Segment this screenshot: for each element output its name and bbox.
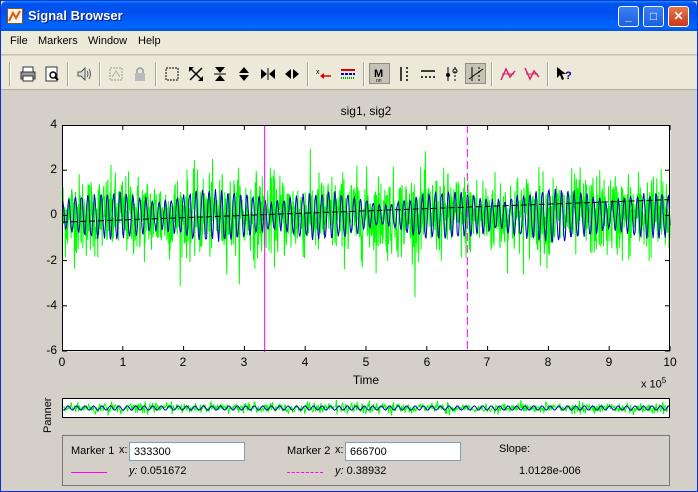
toolbar-separator [491, 62, 493, 86]
x-axis-label: Time [352, 373, 380, 387]
slope-label: Slope: [499, 443, 531, 455]
marker2-y-value: y: 0.38932 [335, 465, 386, 477]
panner-label: Panner [42, 397, 54, 433]
marker1-label: Marker 1 [71, 445, 115, 457]
zoom-out-full-icon[interactable] [185, 63, 206, 84]
toolbar-separator [67, 62, 69, 86]
menu-help[interactable]: Help [138, 35, 161, 47]
toolbar: x Mon ? [1, 56, 697, 90]
marker2-label: Marker 2 [287, 445, 331, 457]
zoom-out-vertical-icon[interactable] [209, 63, 230, 84]
marker1-line-sample [71, 472, 107, 473]
x-tick-label: 0 [58, 355, 66, 369]
toolbar-separator [363, 62, 365, 86]
close-button[interactable]: ✕ [668, 6, 689, 27]
svg-text:?: ? [565, 70, 572, 82]
track-markers-icon[interactable] [441, 63, 462, 84]
zoom-in-vertical-icon[interactable] [233, 63, 254, 84]
matlab-app-icon [7, 8, 23, 24]
toolbar-separator [9, 62, 11, 86]
chart-title: sig1, sig2 [340, 104, 392, 118]
select-all-icon[interactable] [105, 63, 126, 84]
marker-mode-icon[interactable]: Mon [369, 63, 390, 84]
marker2-x-label: x: [335, 444, 344, 456]
title-bar[interactable]: Signal Browser _ □ ✕ [1, 1, 697, 31]
panner-strip[interactable] [62, 398, 670, 418]
x-tick-label: 4 [301, 355, 309, 369]
x-exponent-power: 5 [661, 376, 667, 385]
lock-icon[interactable] [129, 63, 150, 84]
x-tick-label: 10 [663, 355, 677, 369]
svg-text:on: on [376, 78, 382, 83]
toolbar-separator [307, 62, 309, 86]
menu-bar: File Markers Window Help [1, 31, 697, 55]
peaks-icon[interactable] [497, 63, 518, 84]
zoom-out-horizontal-icon[interactable] [257, 63, 278, 84]
marker1-y-number: 0.051672 [140, 465, 187, 477]
zoom-box-icon[interactable] [161, 63, 182, 84]
x-axis-exponent: x 105 [641, 376, 666, 391]
marker2-y-number: 0.38932 [346, 465, 387, 477]
x-tick-label: 5 [362, 355, 370, 369]
marker1-y-italic: y: [129, 465, 138, 477]
marker2-line-sample [287, 472, 323, 473]
marker1-x-label: x: [119, 444, 128, 456]
y-tick-label: 4 [50, 117, 57, 131]
x-tick-label: 6 [423, 355, 431, 369]
marker-panel: Marker 1 x: y: 0.051672 Marker 2 x: y: 0… [62, 435, 670, 486]
toolbar-separator [99, 62, 101, 86]
whats-this-icon[interactable]: ? [553, 63, 574, 84]
panner-overview [63, 399, 669, 416]
signal-plot-axes[interactable] [62, 125, 671, 352]
print-icon[interactable] [17, 63, 38, 84]
plot-background [62, 125, 671, 352]
marker2-x-input[interactable] [345, 442, 461, 461]
valleys-icon[interactable] [521, 63, 542, 84]
y-tick-label: -4 [46, 298, 57, 312]
maximize-button[interactable]: □ [643, 6, 664, 27]
zoom-in-horizontal-icon[interactable] [281, 63, 302, 84]
svg-text:x: x [316, 69, 320, 76]
y-tick-label: 0 [50, 207, 57, 221]
x-exponent-base: x 10 [641, 378, 662, 391]
x-tick-label: 9 [605, 355, 613, 369]
marker1-x-input[interactable] [129, 442, 245, 461]
minimize-button[interactable]: _ [618, 6, 639, 27]
slope-value: 1.0128e-006 [519, 465, 581, 477]
y-tick-label: -2 [46, 253, 57, 267]
x-tick-label: 2 [179, 355, 187, 369]
signal-browser-window: Signal Browser _ □ ✕ File Markers Window… [0, 0, 698, 492]
y-tick-label: 2 [50, 162, 57, 176]
x-tick-label: 7 [483, 355, 491, 369]
menu-markers[interactable]: Markers [38, 35, 78, 47]
slope-markers-icon[interactable] [465, 63, 486, 84]
color-lines-icon[interactable] [337, 63, 358, 84]
vertical-markers-icon[interactable] [393, 63, 414, 84]
play-sound-icon[interactable] [73, 63, 94, 84]
marker2-y-italic: y: [335, 465, 344, 477]
toolbar-separator [547, 62, 549, 86]
toolbar-separator [155, 62, 157, 86]
horizontal-markers-icon[interactable] [417, 63, 438, 84]
menu-window[interactable]: Window [88, 35, 127, 47]
marker1-y-value: y: 0.051672 [129, 465, 187, 477]
print-preview-icon[interactable] [41, 63, 62, 84]
x-tick-label: 3 [240, 355, 248, 369]
window-title: Signal Browser [28, 8, 123, 23]
menu-file[interactable]: File [10, 35, 28, 47]
x-tick-label: 8 [544, 355, 552, 369]
delete-marker-icon[interactable]: x [313, 63, 334, 84]
x-tick-label: 1 [119, 355, 127, 369]
